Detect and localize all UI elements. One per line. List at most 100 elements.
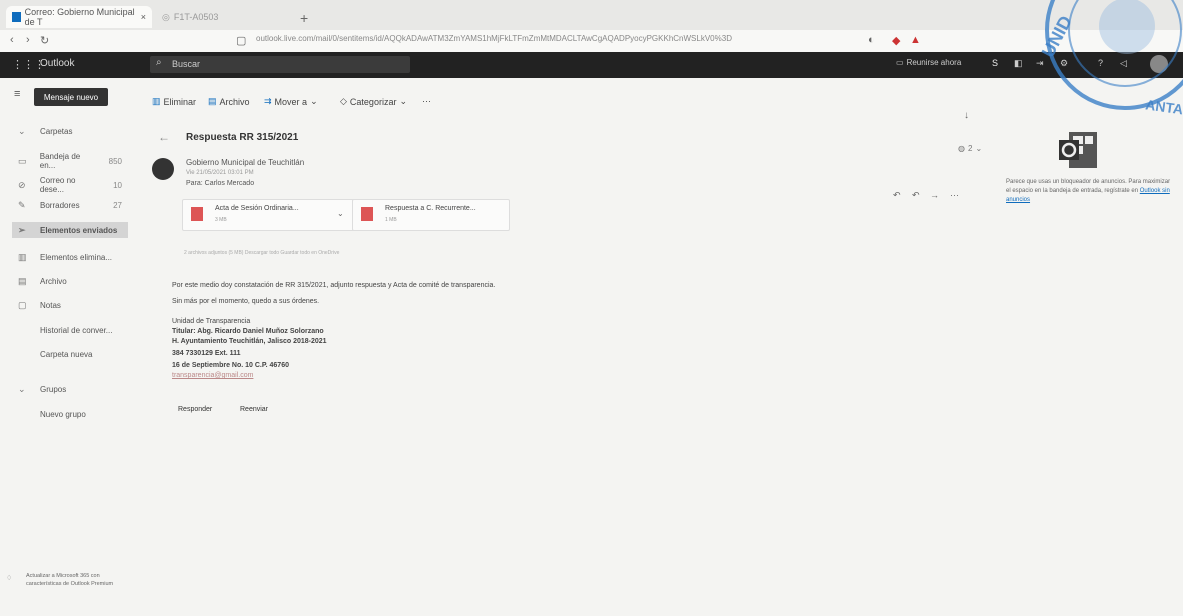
new-group-link[interactable]: Nuevo grupo xyxy=(40,410,86,419)
chevron-down-icon: ⌄ xyxy=(18,126,26,136)
thread-count[interactable]: ◍ 2 ⌄ xyxy=(958,144,982,153)
upgrade-link[interactable]: Actualizar a Microsoft 365 con caracterí… xyxy=(26,572,116,588)
signature-email-link[interactable]: transparencia@gmail.com xyxy=(172,372,253,379)
sidebar-item-label: Archivo xyxy=(40,277,67,286)
chevron-down-icon: ⌄ xyxy=(975,144,983,153)
sender-avatar xyxy=(152,158,174,180)
diamond-icon: ♢ xyxy=(6,575,13,582)
trash-icon: ▥ xyxy=(152,96,161,106)
reply-all-icon[interactable]: ↶ xyxy=(912,190,920,201)
sidebar-item-label: Historial de conver... xyxy=(40,326,113,335)
sidebar-item-sent[interactable]: ➢ Elementos enviados xyxy=(18,225,122,236)
warning-icon[interactable]: ▲ xyxy=(910,34,921,46)
reply-button[interactable]: Responder xyxy=(178,406,212,413)
more-icon[interactable]: ··· xyxy=(950,190,959,200)
forward-icon[interactable]: › xyxy=(26,34,30,46)
note-icon: ▢ xyxy=(18,300,27,310)
sidebar-item-label: Carpeta nueva xyxy=(40,350,93,359)
reply-icon[interactable]: ↶ xyxy=(893,190,901,201)
sidebar-item-drafts[interactable]: ✎ Borradores 27 xyxy=(18,200,122,211)
reload-icon[interactable]: ↻ xyxy=(40,34,49,47)
arrow-down-icon[interactable]: ↓ xyxy=(964,110,969,121)
more-actions-icon[interactable]: ··· xyxy=(422,96,431,106)
sidebar-item-notes[interactable]: ▢ Notas xyxy=(18,300,122,311)
pencil-icon: ✎ xyxy=(18,200,26,210)
forward-icon[interactable]: → xyxy=(930,190,939,200)
sidebar-item-archive[interactable]: ▤ Archivo xyxy=(18,276,122,287)
archive-button[interactable]: ▤ Archivo xyxy=(208,96,250,107)
ad-blocker-notice: Parece que usas un bloqueador de anuncio… xyxy=(1006,178,1176,205)
sidebar-item-deleted[interactable]: ▥ Elementos elimina... xyxy=(18,252,122,263)
extension-icon-red[interactable]: ◆ xyxy=(892,34,900,47)
new-message-button[interactable]: Mensaje nuevo xyxy=(34,88,108,106)
skype-icon[interactable]: S xyxy=(992,58,998,68)
move-to-label: Mover a xyxy=(274,96,308,107)
archive-icon: ▤ xyxy=(18,276,27,286)
chevron-down-icon: ⌄ xyxy=(310,96,318,106)
sidebar-item-junk[interactable]: ⊘ Correo no dese... 10 xyxy=(18,176,122,194)
people-icon: ◍ xyxy=(958,144,965,153)
send-icon: ➢ xyxy=(18,225,26,235)
folders-label: Carpetas xyxy=(40,127,73,136)
email-subject: Respuesta RR 315/2021 xyxy=(186,132,299,143)
browser-tab-outlook[interactable]: Correo: Gobierno Municipal de T × xyxy=(6,6,152,28)
page-icon: ▢ xyxy=(236,35,247,47)
sender-name[interactable]: Gobierno Municipal de Teuchitlán xyxy=(186,158,304,167)
search-input[interactable]: Buscar xyxy=(150,56,410,73)
sidebar-item-inbox[interactable]: ▭ Bandeja de en... 850 xyxy=(18,152,122,170)
url-field[interactable]: outlook.live.com/mail/0/sentitems/id/AQQ… xyxy=(256,34,796,43)
extension-icon[interactable]: ◐ xyxy=(868,34,875,46)
tab-title: Correo: Gobierno Municipal de T xyxy=(24,7,135,27)
signature-line: 16 de Septiembre No. 10 C.P. 46760 xyxy=(172,362,289,369)
folders-header[interactable]: ⌄ Carpetas xyxy=(18,126,128,137)
unread-count: 850 xyxy=(108,156,122,166)
meet-now-label: Reunirse ahora xyxy=(906,58,962,67)
signature-line: H. Ayuntamiento Teuchitlán, Jalisco 2018… xyxy=(172,338,327,345)
browser-tab-second[interactable]: ◎ F1T-A0503 xyxy=(156,6,286,28)
sidebar-item-label: Borradores xyxy=(40,201,80,210)
sidebar-item-new-folder[interactable]: Carpeta nueva xyxy=(40,350,92,359)
sidebar-item-label: Elementos elimina... xyxy=(40,253,113,262)
sidebar-item-label: Notas xyxy=(40,301,61,310)
attachment-name: Respuesta a C. Recurrente... xyxy=(385,205,476,212)
tab-title: F1T-A0503 xyxy=(173,12,219,22)
sidebar-item-history[interactable]: Historial de conver... xyxy=(40,326,112,335)
attachment-card[interactable]: Respuesta a C. Recurrente... 1 MB xyxy=(352,199,510,231)
svg-text:ANTA: ANTA xyxy=(1144,96,1183,117)
inbox-icon: ▭ xyxy=(18,155,27,166)
move-to-button[interactable]: ⇉ Mover a ⌄ xyxy=(264,96,318,107)
globe-icon: ◎ xyxy=(162,11,170,22)
email-body-line: Por este medio doy constatación de RR 31… xyxy=(172,282,496,289)
email-date: Vie 21/05/2021 03:01 PM xyxy=(186,170,254,176)
categorize-button[interactable]: ◇ Categorizar ⌄ xyxy=(340,96,407,107)
unread-count: 10 xyxy=(113,180,122,190)
tag-icon: ◇ xyxy=(340,96,347,106)
back-icon[interactable]: ‹ xyxy=(10,34,14,46)
back-arrow-icon[interactable]: ← xyxy=(158,130,170,144)
chevron-down-icon[interactable]: ⌄ xyxy=(337,209,344,218)
outlook-favicon-icon xyxy=(12,12,21,22)
forward-button[interactable]: Reenviar xyxy=(240,406,268,413)
attachment-size: 3 MB xyxy=(215,217,227,223)
attachment-card[interactable]: Acta de Sesión Ordinaria... 3 MB ⌄ xyxy=(182,199,364,231)
search-icon: ⌕ xyxy=(156,57,162,68)
unread-count: 27 xyxy=(113,201,122,210)
official-stamp: UNID ANTA xyxy=(1038,0,1183,117)
menu-icon[interactable]: ≡ xyxy=(14,88,20,100)
sidebar-item-label: Bandeja de en... xyxy=(39,152,81,170)
pdf-icon xyxy=(191,207,203,221)
block-icon: ⊘ xyxy=(18,179,26,190)
groups-label: Grupos xyxy=(40,385,67,394)
delete-button[interactable]: ▥ Eliminar xyxy=(152,96,196,107)
close-icon[interactable]: × xyxy=(141,12,146,22)
archive-icon: ▤ xyxy=(208,96,217,106)
groups-header[interactable]: ⌄ Grupos xyxy=(18,384,128,395)
sidebar-item-label: Elementos enviados xyxy=(40,226,118,235)
chevron-down-icon: ⌄ xyxy=(18,384,26,394)
delete-label: Eliminar xyxy=(163,96,197,107)
attachment-name: Acta de Sesión Ordinaria... xyxy=(215,205,299,212)
new-tab-icon[interactable]: + xyxy=(300,10,308,26)
attachment-actions[interactable]: 2 archivos adjuntos (5 MB) Descargar tod… xyxy=(184,250,339,256)
email-body-line: Sin más por el momento, quedo a sus órde… xyxy=(172,298,320,305)
meet-now-button[interactable]: ▭ Reunirse ahora xyxy=(896,58,961,67)
